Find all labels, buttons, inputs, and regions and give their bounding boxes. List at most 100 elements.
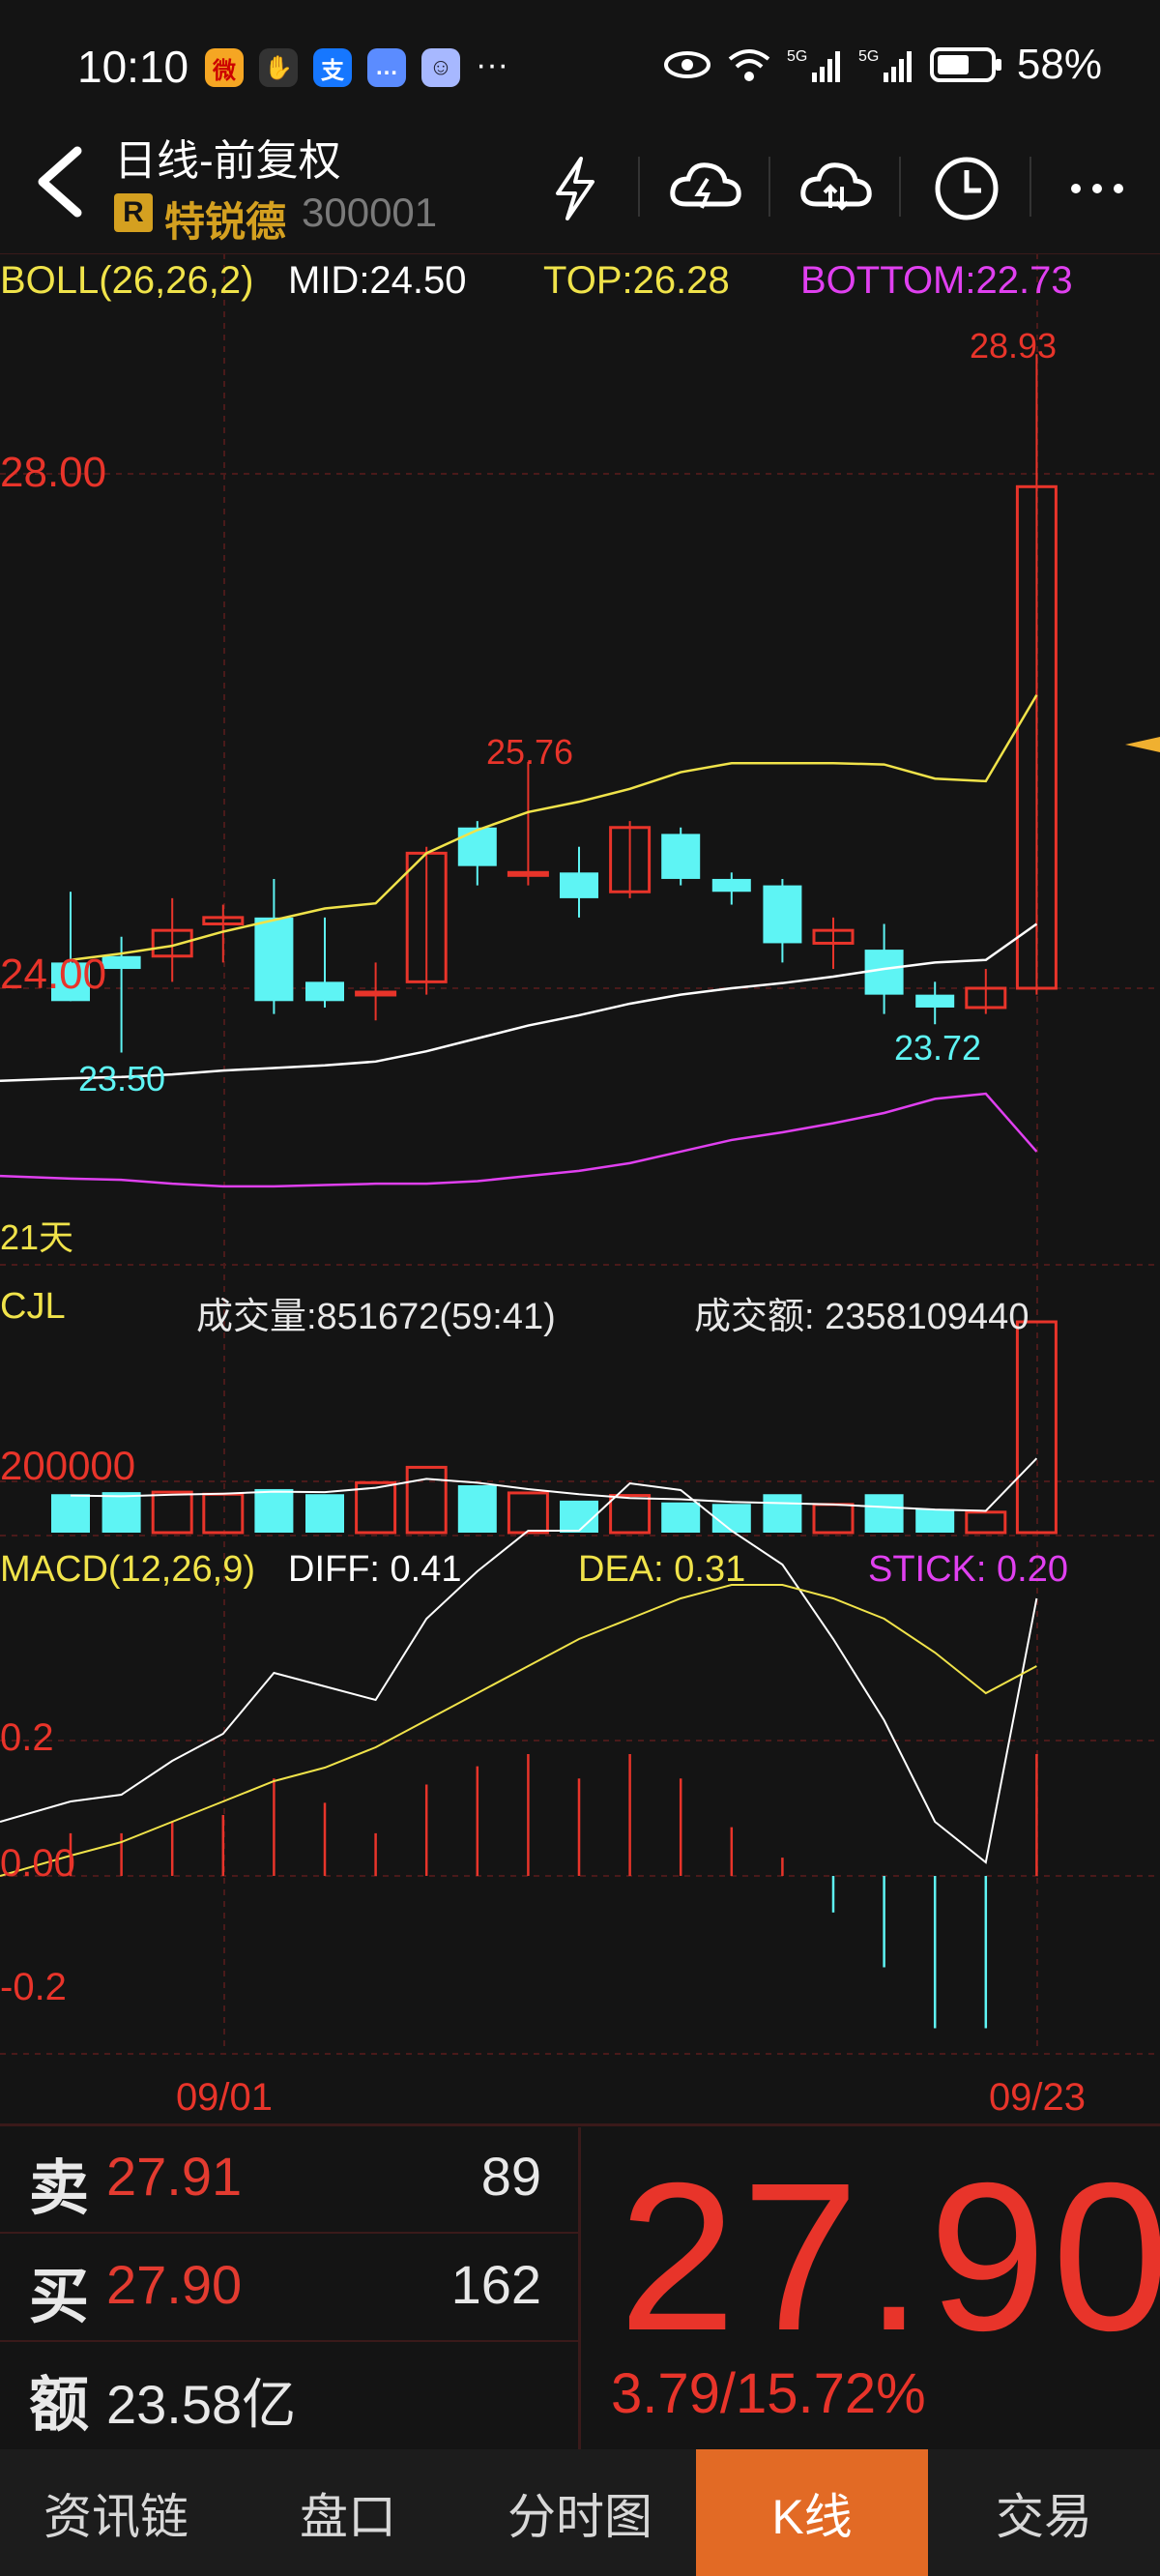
cloud-sync-icon (800, 162, 872, 211)
flash-button[interactable] (527, 145, 624, 232)
battery-icon (929, 47, 1001, 82)
last-price: 27.90 (619, 2140, 1160, 2375)
low-price-label-2: 23.72 (894, 1028, 981, 1068)
last-price-marker-icon (1125, 737, 1160, 752)
candle-body-down (763, 885, 802, 944)
volume-bar-up (202, 1492, 245, 1535)
battery-percent: 58% (1016, 41, 1102, 88)
bottom-tab-bar: 资讯链 盘口 分时图 K线 交易 (0, 2449, 1160, 2576)
tab-order-book[interactable]: 盘口 (232, 2449, 464, 2576)
wifi-icon (728, 49, 770, 81)
candle-body-down (711, 878, 751, 893)
amount-value: 23.58亿 (106, 2374, 297, 2435)
quote-top-border (0, 2123, 1160, 2126)
candle-body-down (560, 872, 598, 898)
boll-bottom-value: BOTTOM:22.73 (800, 259, 1073, 302)
volume-bar-down (457, 1484, 497, 1533)
flash-icon (556, 157, 594, 220)
boll-lower-line (70, 1092, 1038, 1188)
more-icon (1071, 184, 1123, 193)
macd-label: MACD(12,26,9) (0, 1549, 255, 1590)
cjl-amount: 成交额: 2358109440 (694, 1297, 1030, 1337)
peak-price-label: 25.76 (486, 732, 573, 772)
header-divider (899, 157, 901, 217)
volume-bar-down (560, 1500, 598, 1533)
volume-bar-down (254, 1488, 294, 1533)
candle-body-down (915, 994, 955, 1008)
macd-diff-line (0, 1481, 1038, 1864)
boll-mid-value: MID:24.50 (288, 259, 467, 302)
date-start-label: 09/01 (176, 2076, 273, 2119)
assistant-icon: ☺ (421, 48, 460, 87)
sell-volume: 89 (480, 2146, 541, 2207)
more-notifications-icon: ··· (476, 46, 508, 83)
low-price-label-1: 23.50 (78, 1059, 165, 1098)
price-axis-28: 28.00 (0, 449, 106, 496)
boll-top-value: TOP:26.28 (543, 259, 730, 302)
page-title: 日线-前复权 (114, 137, 341, 185)
macd-diff: DIFF: 0.41 (288, 1549, 462, 1590)
cloud-sync-button[interactable] (788, 145, 884, 232)
hand-icon: ✋ (259, 48, 298, 87)
candle-body-down (457, 827, 497, 866)
candle-body-down (305, 981, 344, 1002)
stock-name: 特锐德 (164, 199, 287, 245)
volume-bar-up (965, 1510, 1007, 1535)
sell-label: 卖 (29, 2155, 90, 2222)
volume-bar-down (661, 1502, 701, 1533)
svg-text:5G: 5G (787, 48, 807, 65)
status-right: 5G 5G 58% (663, 41, 1102, 89)
buy-price: 27.90 (106, 2254, 243, 2315)
volume-bar-up (609, 1494, 652, 1535)
buy-volume: 162 (450, 2254, 541, 2315)
boll-mid-line (70, 922, 1038, 1080)
price-axis-24: 24.00 (0, 951, 106, 998)
history-button[interactable] (918, 145, 1015, 232)
cjl-label: CJL (0, 1286, 66, 1327)
macd-axis-00: 0.00 (0, 1842, 75, 1885)
volume-bar-down (915, 1508, 955, 1533)
candle-body-down (661, 834, 701, 879)
volume-bar-up (507, 1491, 549, 1535)
r-badge: R (114, 193, 153, 232)
tab-kline[interactable]: K线 (696, 2449, 928, 2576)
macd-dea-line (0, 1584, 1037, 1877)
eye-icon (663, 51, 710, 78)
cloud-upload-button[interactable] (657, 145, 754, 232)
back-arrow-icon (38, 146, 82, 218)
volume-bars (51, 1320, 1058, 1535)
tab-trade[interactable]: 交易 (928, 2449, 1160, 2576)
clock-icon (935, 157, 999, 220)
amount-label: 额 (29, 2372, 90, 2439)
kline-chart[interactable]: 28.00 24.00 28.93 25.76 23.50 23.72 21天 200000 0… (0, 253, 1160, 2129)
alipay-icon: 支 (313, 48, 352, 87)
quote-row-divider (0, 2232, 578, 2234)
volume-bar-down (305, 1494, 344, 1533)
tab-intraday[interactable]: 分时图 (464, 2449, 696, 2576)
sell-price: 27.91 (106, 2146, 243, 2207)
status-time: 10:10 (77, 42, 189, 92)
more-button[interactable] (1049, 145, 1146, 232)
tab-news-chain[interactable]: 资讯链 (0, 2449, 232, 2576)
signal-5g-icon: 5G (787, 48, 840, 82)
message-icon: … (367, 48, 406, 87)
volume-bar-up (405, 1465, 448, 1535)
weibo-icon: 微 (205, 48, 244, 87)
volume-bar-up (812, 1503, 855, 1535)
volume-bar-down (51, 1494, 90, 1533)
quote-row-divider (0, 2340, 578, 2342)
candle-body-up (355, 990, 397, 997)
macd-axis-02: 0.2 (0, 1716, 54, 1759)
boll-lower-lead (0, 1174, 72, 1181)
header-divider (1030, 157, 1031, 217)
macd-stick: STICK: 0.20 (868, 1549, 1068, 1590)
quote-divider (578, 2127, 581, 2449)
volume-bar-down (763, 1494, 802, 1533)
boll-mid-lead (0, 1076, 72, 1083)
volume-bar-down (711, 1504, 751, 1533)
header-divider (768, 157, 770, 217)
back-button[interactable] (29, 143, 87, 233)
date-end-label: 09/23 (989, 2076, 1086, 2119)
status-bar: 10:10 微 ✋ 支 … ☺ ··· 5G 5G 58% (0, 0, 1160, 135)
svg-text:5G: 5G (858, 48, 879, 65)
